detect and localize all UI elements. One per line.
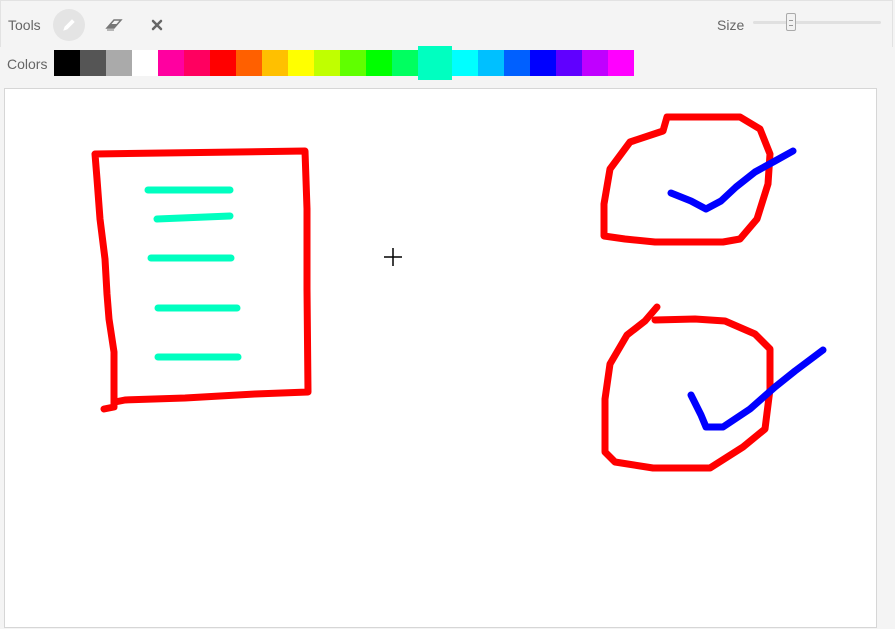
color-swatch-7[interactable] — [236, 50, 262, 76]
tools-label: Tools — [8, 17, 41, 33]
color-swatch-11[interactable] — [340, 50, 366, 76]
clear-button[interactable] — [141, 9, 173, 41]
color-swatch-8[interactable] — [262, 50, 288, 76]
color-swatch-17[interactable] — [504, 50, 530, 76]
size-slider-track[interactable] — [753, 21, 881, 24]
pencil-icon — [63, 19, 75, 31]
color-swatch-18[interactable] — [530, 50, 556, 76]
color-swatch-21[interactable] — [608, 50, 634, 76]
color-palette — [54, 46, 634, 80]
checkmark-stroke — [687, 346, 827, 431]
pencil-button[interactable] — [53, 9, 85, 41]
colors-label: Colors — [7, 56, 48, 72]
color-swatch-15[interactable] — [452, 50, 478, 76]
size-label: Size — [717, 17, 745, 33]
color-swatch-14[interactable] — [418, 46, 452, 80]
color-swatch-4[interactable] — [158, 50, 184, 76]
color-swatch-2[interactable] — [106, 50, 132, 76]
color-swatch-0[interactable] — [54, 50, 80, 76]
colors-row: Colors — [0, 46, 895, 87]
color-swatch-6[interactable] — [210, 50, 236, 76]
drawing — [91, 113, 827, 472]
color-swatch-1[interactable] — [80, 50, 106, 76]
toolbar: Tools Size — [0, 0, 893, 47]
text-line-stroke — [153, 212, 234, 223]
color-swatch-16[interactable] — [478, 50, 504, 76]
color-swatch-3[interactable] — [132, 50, 158, 76]
eraser-button[interactable] — [98, 9, 130, 41]
size-slider-thumb[interactable] — [786, 13, 797, 31]
eraser-icon — [105, 19, 123, 31]
close-icon — [151, 19, 163, 31]
checkmark-stroke — [667, 147, 797, 213]
color-swatch-9[interactable] — [288, 50, 314, 76]
color-swatch-12[interactable] — [366, 50, 392, 76]
crosshair-icon — [384, 248, 402, 266]
drawing-canvas[interactable] — [4, 88, 877, 628]
circle-stroke — [601, 303, 774, 472]
color-swatch-13[interactable] — [392, 50, 418, 76]
color-swatch-20[interactable] — [582, 50, 608, 76]
color-swatch-10[interactable] — [314, 50, 340, 76]
color-swatch-19[interactable] — [556, 50, 582, 76]
color-swatch-5[interactable] — [184, 50, 210, 76]
